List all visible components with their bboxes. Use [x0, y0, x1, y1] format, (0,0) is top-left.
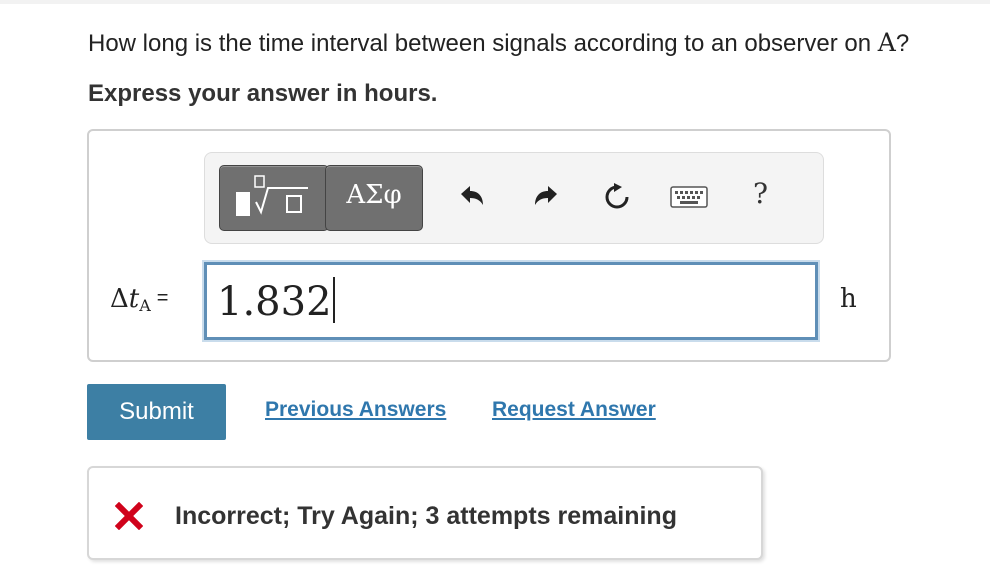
equals-sign: =: [156, 287, 169, 309]
answer-input[interactable]: 1.832: [204, 262, 818, 340]
redo-icon: [535, 186, 557, 205]
answer-instruction: Express your answer in hours.: [88, 80, 438, 107]
help-button[interactable]: ?: [753, 177, 768, 210]
question-body: How long is the time interval between si…: [88, 30, 878, 57]
templates-button[interactable]: [219, 165, 329, 231]
submit-button[interactable]: Submit: [87, 384, 226, 440]
undo-icon: [461, 186, 483, 205]
reset-icon: [605, 183, 629, 209]
undo-button[interactable]: [453, 175, 493, 219]
greek-symbols-button[interactable]: ΑΣφ: [325, 165, 423, 231]
redo-button[interactable]: [525, 175, 565, 219]
previous-answers-link[interactable]: Previous Answers: [265, 398, 446, 422]
time-symbol: t: [128, 284, 140, 314]
feedback-message: Incorrect; Try Again; 3 attempts remaini…: [175, 502, 677, 530]
keyboard-icon: [670, 186, 708, 208]
question-variable: A: [877, 28, 896, 57]
greek-symbols-label: ΑΣφ: [346, 180, 402, 210]
variable-subscript: A: [139, 296, 151, 315]
keyboard-button[interactable]: [669, 175, 709, 219]
question-end: ?: [895, 30, 910, 57]
question-text: How long is the time interval between si…: [88, 28, 909, 58]
help-icon: ?: [753, 177, 769, 210]
answer-unit: h: [840, 284, 857, 314]
math-toolbar: ΑΣφ ?: [204, 152, 824, 244]
text-caret: [332, 277, 335, 323]
templates-icon: [236, 175, 308, 216]
delta-symbol: Δ: [110, 284, 129, 314]
feedback-box: Incorrect; Try Again; 3 attempts remaini…: [87, 466, 763, 560]
answer-input-value: 1.832: [217, 279, 332, 325]
top-strip: [0, 0, 990, 4]
answer-variable-label: ΔtA =: [110, 284, 168, 315]
request-answer-link[interactable]: Request Answer: [492, 398, 656, 422]
reset-button[interactable]: [597, 175, 637, 219]
incorrect-x-icon: [115, 502, 143, 530]
